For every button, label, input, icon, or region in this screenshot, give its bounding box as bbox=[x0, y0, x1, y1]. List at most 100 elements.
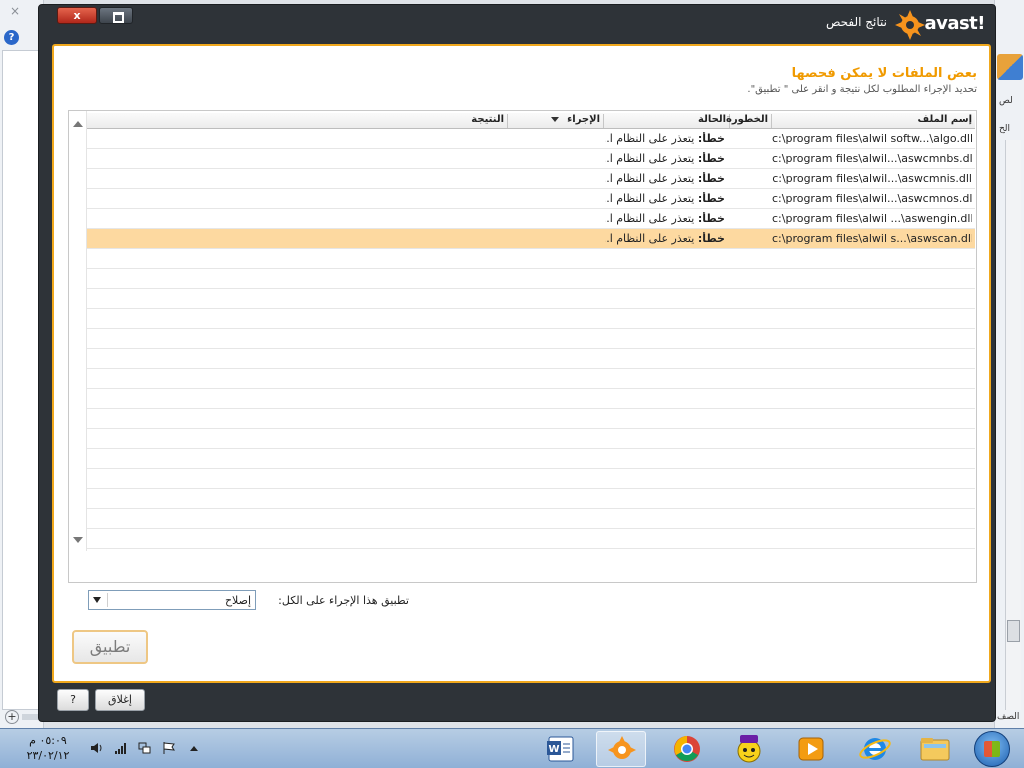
taskbar-avast-button[interactable] bbox=[596, 731, 646, 767]
window-maximize-button[interactable] bbox=[99, 7, 133, 24]
results-grid: إسم الملف الخطورة الحالة الإجراء النتيجة… bbox=[87, 113, 975, 549]
status-text: يتعذر على النظام ا... bbox=[605, 232, 695, 245]
apply-all-action-select[interactable]: إصلاح bbox=[88, 590, 256, 610]
background-vertical-scrollbar[interactable] bbox=[1005, 140, 1021, 710]
column-header-result[interactable]: النتيجة bbox=[87, 114, 507, 128]
title-bar[interactable]: x نتائج الفحص avast! bbox=[39, 5, 995, 43]
internet-explorer-icon bbox=[859, 738, 891, 760]
status-cell: خطأ: يتعذر على النظام ا... bbox=[605, 172, 725, 185]
close-button[interactable]: إغلاق bbox=[95, 689, 145, 711]
empty-row bbox=[87, 269, 975, 289]
column-header-action[interactable]: الإجراء bbox=[507, 114, 603, 128]
empty-row bbox=[87, 489, 975, 509]
file-name-cell: c:\program files\alwil...\aswcmnbs.dll bbox=[772, 152, 972, 165]
status-prefix: خطأ: bbox=[697, 232, 725, 245]
empty-row bbox=[87, 389, 975, 409]
table-row-selected[interactable]: c:\program files\alwil s...\aswscan.dll … bbox=[87, 229, 975, 249]
column-header-file-name[interactable]: إسم الملف bbox=[771, 114, 975, 128]
empty-row bbox=[87, 449, 975, 469]
background-scroll-thumb[interactable] bbox=[1007, 620, 1020, 642]
status-prefix: خطأ: bbox=[697, 192, 725, 205]
empty-row bbox=[87, 469, 975, 489]
status-prefix: خطأ: bbox=[697, 172, 725, 185]
apply-all-label: تطبيق هذا الإجراء على الكل: bbox=[278, 594, 409, 607]
page-title: بعض الملفات لا يمكن فحصها bbox=[791, 66, 977, 81]
taskbar-file-explorer-button[interactable] bbox=[910, 731, 960, 767]
avast-logo: avast! bbox=[893, 8, 987, 42]
table-row[interactable]: c:\program files\alwil...\aswcmnbs.dll خ… bbox=[87, 149, 975, 169]
table-row[interactable]: c:\program files\alwil...\aswcmnos.dll خ… bbox=[87, 189, 975, 209]
avast-scan-results-window: x نتائج الفحص avast! بعض الملفات لا يمكن… bbox=[38, 4, 996, 722]
content-frame: بعض الملفات لا يمكن فحصها تحديد الإجراء … bbox=[52, 44, 991, 683]
status-cell: خطأ: يتعذر على النظام ا... bbox=[605, 132, 725, 145]
taskbar-clock[interactable]: ٠٥:٠٩ م ٢٣/٠٢/١٢ bbox=[20, 733, 76, 763]
background-zoom-plus-icon[interactable]: + bbox=[5, 710, 19, 724]
column-header-status[interactable]: الحالة bbox=[603, 114, 729, 128]
background-label: الح bbox=[999, 124, 1011, 134]
table-scrollbar[interactable] bbox=[69, 111, 87, 551]
table-row[interactable]: c:\program files\alwil softw...\algo.dll… bbox=[87, 129, 975, 149]
window-close-button[interactable]: x bbox=[57, 7, 97, 24]
table-header: إسم الملف الخطورة الحالة الإجراء النتيجة bbox=[87, 113, 975, 129]
taskbar: ٠٥:٠٩ م ٢٣/٠٢/١٢ W bbox=[0, 728, 1024, 768]
chevron-down-icon[interactable] bbox=[93, 597, 101, 603]
empty-row bbox=[87, 329, 975, 349]
file-name-cell: c:\program files\alwil...\aswcmnos.dll bbox=[772, 192, 972, 205]
network-icon[interactable] bbox=[138, 741, 152, 755]
apply-all-selected-value: إصلاح bbox=[224, 594, 251, 607]
table-row[interactable]: c:\program files\alwil ...\aswengin.dll … bbox=[87, 209, 975, 229]
office-app-icon[interactable] bbox=[997, 54, 1023, 80]
file-name-cell: c:\program files\alwil softw...\algo.dll bbox=[772, 132, 972, 145]
chrome-icon bbox=[674, 736, 700, 762]
background-pane bbox=[2, 50, 42, 710]
background-label: الصف bbox=[997, 712, 1020, 722]
taskbar-word-button[interactable]: W bbox=[536, 731, 586, 767]
empty-row bbox=[87, 409, 975, 429]
column-header-action-label: الإجراء bbox=[567, 114, 600, 125]
empty-row bbox=[87, 309, 975, 329]
clock-time: ٠٥:٠٩ م bbox=[29, 734, 67, 747]
taskbar-media-player-button[interactable] bbox=[786, 731, 836, 767]
empty-row bbox=[87, 529, 975, 549]
background-close-icon[interactable]: × bbox=[10, 4, 20, 18]
apply-button[interactable]: تطبيق bbox=[72, 630, 148, 664]
volume-icon[interactable] bbox=[90, 741, 104, 755]
file-name-cell: c:\program files\alwil ...\aswengin.dll bbox=[772, 212, 972, 225]
file-name-cell: c:\program files\alwil s...\aswscan.dll bbox=[772, 232, 972, 245]
taskbar-internet-explorer-button[interactable] bbox=[850, 731, 900, 767]
empty-row bbox=[87, 249, 975, 269]
status-cell: خطأ: يتعذر على النظام ا... bbox=[605, 232, 725, 245]
empty-row bbox=[87, 369, 975, 389]
file-name-cell: c:\program files\alwil...\aswcmnis.dll bbox=[772, 172, 972, 185]
taskbar-chrome-button[interactable] bbox=[662, 731, 712, 767]
background-window-right: لص الح الصف bbox=[994, 0, 1024, 728]
help-button[interactable]: ? bbox=[57, 689, 89, 711]
avast-taskbar-icon bbox=[608, 736, 636, 759]
scroll-down-icon[interactable] bbox=[73, 537, 83, 543]
results-table: إسم الملف الخطورة الحالة الإجراء النتيجة… bbox=[68, 110, 977, 583]
empty-row bbox=[87, 289, 975, 309]
empty-row bbox=[87, 349, 975, 369]
scroll-up-icon[interactable] bbox=[73, 121, 83, 127]
column-header-severity[interactable]: الخطورة bbox=[726, 114, 771, 128]
window-title: نتائج الفحص bbox=[825, 15, 887, 29]
start-button[interactable] bbox=[974, 731, 1010, 767]
background-help-icon[interactable]: ? bbox=[4, 30, 19, 45]
status-cell: خطأ: يتعذر على النظام ا... bbox=[605, 192, 725, 205]
yahoo-messenger-icon bbox=[737, 735, 761, 763]
signal-icon[interactable] bbox=[114, 741, 128, 755]
action-center-flag-icon[interactable] bbox=[162, 741, 176, 755]
taskbar-yahoo-messenger-button[interactable] bbox=[724, 731, 774, 767]
status-cell: خطأ: يتعذر على النظام ا... bbox=[605, 152, 725, 165]
status-text: يتعذر على النظام ا... bbox=[605, 212, 695, 225]
select-divider bbox=[107, 593, 108, 607]
sort-down-icon[interactable] bbox=[551, 116, 560, 122]
empty-row bbox=[87, 509, 975, 529]
avast-logo-text: avast! bbox=[924, 13, 985, 34]
media-player-icon bbox=[798, 737, 824, 761]
table-row[interactable]: c:\program files\alwil...\aswcmnis.dll خ… bbox=[87, 169, 975, 189]
show-hidden-icons-icon[interactable] bbox=[190, 746, 198, 751]
folder-icon bbox=[920, 738, 950, 761]
status-text: يتعذر على النظام ا... bbox=[605, 132, 695, 145]
svg-text:W: W bbox=[548, 744, 559, 755]
